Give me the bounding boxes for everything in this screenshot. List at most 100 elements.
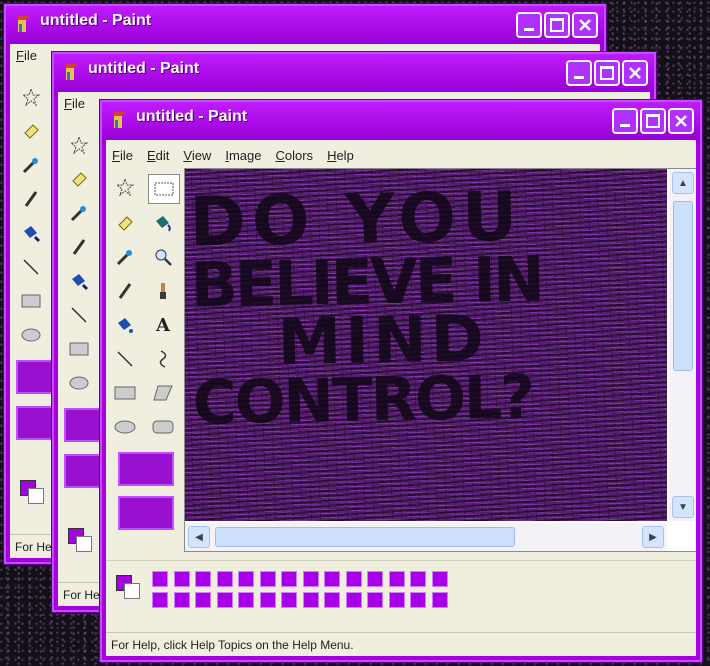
canvas[interactable]: DO YOU BELIEVE IN MIND CONTROL? xyxy=(185,169,667,521)
maximize-button[interactable] xyxy=(594,60,620,86)
palette-swatch[interactable] xyxy=(281,571,297,587)
magnifier-icon xyxy=(155,249,172,266)
fill-tool[interactable] xyxy=(66,268,92,294)
line-tool[interactable] xyxy=(112,346,138,372)
palette-swatch[interactable] xyxy=(345,592,362,608)
magnifier-tool[interactable] xyxy=(150,244,176,270)
palette-swatch[interactable] xyxy=(195,571,211,587)
eraser-tool[interactable] xyxy=(66,166,92,192)
palette-swatch[interactable] xyxy=(216,592,233,608)
maximize-button[interactable] xyxy=(544,12,570,38)
pencil-tool[interactable] xyxy=(112,278,138,304)
line-tool[interactable] xyxy=(18,254,44,280)
palette-swatch[interactable] xyxy=(431,571,448,587)
palette-swatch[interactable] xyxy=(238,592,254,608)
brush-tool[interactable] xyxy=(150,278,176,304)
palette-swatch[interactable] xyxy=(367,592,383,608)
palette-swatch[interactable] xyxy=(431,592,448,608)
title-bar[interactable]: untitled - Paint xyxy=(102,102,700,140)
eraser-tool[interactable] xyxy=(18,118,44,144)
scroll-right-button[interactable]: ▶ xyxy=(642,526,664,548)
rounded-rectangle-tool[interactable] xyxy=(150,414,176,440)
vertical-scrollbar[interactable]: ▲ ▼ xyxy=(669,169,696,521)
vertical-scroll-thumb[interactable] xyxy=(673,201,693,371)
ellipse-tool[interactable] xyxy=(66,370,92,396)
close-button[interactable] xyxy=(668,108,694,134)
palette-swatch[interactable] xyxy=(345,571,362,587)
minimize-button[interactable] xyxy=(566,60,592,86)
free-select-tool[interactable] xyxy=(66,132,92,158)
palette-swatch[interactable] xyxy=(216,571,233,587)
color-picker-icon xyxy=(116,250,132,266)
horizontal-scroll-thumb[interactable] xyxy=(215,527,515,547)
palette-swatch[interactable] xyxy=(173,592,190,608)
line-tool[interactable] xyxy=(66,302,92,328)
title-bar[interactable]: untitled - Paint xyxy=(6,6,604,44)
select-tool[interactable] xyxy=(148,174,180,204)
rectangle-tool[interactable] xyxy=(18,288,44,314)
curve-tool[interactable] xyxy=(150,346,176,372)
tool-options[interactable] xyxy=(118,452,174,486)
color-selector[interactable] xyxy=(64,524,98,558)
minimize-button[interactable] xyxy=(612,108,638,134)
ellipse-tool[interactable] xyxy=(112,414,138,440)
palette-swatch[interactable] xyxy=(152,592,168,608)
rectangle-tool[interactable] xyxy=(66,336,92,362)
palette-swatch[interactable] xyxy=(324,571,340,587)
eraser-icon xyxy=(24,124,39,139)
menu-colors[interactable]: Colors xyxy=(275,148,313,163)
palette-swatch[interactable] xyxy=(195,592,211,608)
menu-edit[interactable]: Edit xyxy=(147,148,169,163)
text-tool[interactable]: A xyxy=(150,312,176,338)
minimize-button[interactable] xyxy=(516,12,542,38)
color-picker-tool[interactable] xyxy=(66,200,92,226)
fill-tool[interactable] xyxy=(150,210,176,236)
maximize-button[interactable] xyxy=(640,108,666,134)
palette-swatch[interactable] xyxy=(173,571,190,587)
palette-swatch[interactable] xyxy=(302,571,319,587)
close-button[interactable] xyxy=(622,60,648,86)
palette-swatch[interactable] xyxy=(281,592,297,608)
menu-view[interactable]: View xyxy=(183,148,211,163)
scroll-down-button[interactable]: ▼ xyxy=(672,496,694,518)
polygon-icon xyxy=(153,385,173,401)
polygon-tool[interactable] xyxy=(150,380,176,406)
color-picker-tool[interactable] xyxy=(112,244,138,270)
fill-tool[interactable] xyxy=(18,220,44,246)
palette-swatch[interactable] xyxy=(367,571,383,587)
menu-help[interactable]: Help xyxy=(327,148,354,163)
menu-file[interactable]: File xyxy=(16,48,37,63)
color-selector[interactable] xyxy=(16,476,50,510)
free-select-tool[interactable] xyxy=(18,84,44,110)
horizontal-scrollbar[interactable]: ◀ ▶ xyxy=(185,523,667,551)
close-button[interactable] xyxy=(572,12,598,38)
palette-swatch[interactable] xyxy=(410,571,426,587)
tool-options[interactable] xyxy=(118,496,174,530)
palette-swatch[interactable] xyxy=(410,592,426,608)
rectangle-tool[interactable] xyxy=(112,380,138,406)
menu-file[interactable]: File xyxy=(112,148,133,163)
menu-image[interactable]: Image xyxy=(225,148,261,163)
palette-swatch[interactable] xyxy=(259,592,276,608)
palette-swatch[interactable] xyxy=(388,592,405,608)
select-icon xyxy=(154,182,174,196)
eraser-tool[interactable] xyxy=(112,210,138,236)
palette-swatch[interactable] xyxy=(238,571,254,587)
palette-swatch[interactable] xyxy=(259,571,276,587)
color-selector[interactable] xyxy=(112,571,146,605)
palette-swatch[interactable] xyxy=(324,592,340,608)
palette-swatch[interactable] xyxy=(302,592,319,608)
free-select-tool[interactable] xyxy=(112,174,138,200)
scroll-up-button[interactable]: ▲ xyxy=(672,172,694,194)
ellipse-tool[interactable] xyxy=(18,322,44,348)
title-bar[interactable]: untitled - Paint xyxy=(54,54,654,92)
palette-swatch[interactable] xyxy=(152,571,168,587)
pencil-tool[interactable] xyxy=(66,234,92,260)
pencil-tool[interactable] xyxy=(18,186,44,212)
palette-swatch[interactable] xyxy=(388,571,405,587)
scroll-left-button[interactable]: ◀ xyxy=(188,526,210,548)
airbrush-tool[interactable] xyxy=(112,312,138,338)
menu-file[interactable]: File xyxy=(64,96,85,111)
drawing-area[interactable]: DO YOU BELIEVE IN MIND CONTROL? ▲ ▼ ◀ ▶ xyxy=(184,168,696,552)
color-picker-tool[interactable] xyxy=(18,152,44,178)
